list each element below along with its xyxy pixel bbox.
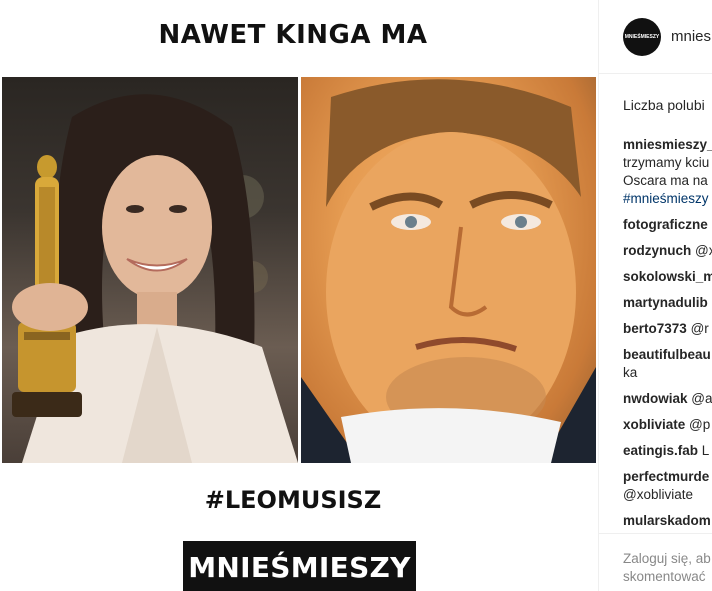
comment-item: rodzynuch @x	[623, 242, 712, 260]
caption-hashtag-link[interactable]: #mnieśmieszy	[623, 190, 712, 208]
comment-text: @x	[695, 243, 712, 258]
comment-username-link[interactable]: beautifulbeau	[623, 347, 711, 362]
comment-item: mularskadom	[623, 512, 712, 530]
comment-item: fotograficzne	[623, 216, 712, 234]
comment-text: L	[701, 443, 710, 458]
photo-man-illustration	[301, 79, 596, 463]
comment-username-link[interactable]: nwdowiak	[623, 391, 688, 406]
meme-hashtag: #LEOMUSISZ	[204, 486, 382, 514]
post-sidebar: MNIEŚMIESZY mnies Liczba polubi mniesmie…	[598, 0, 712, 591]
comment-username-link[interactable]: perfectmurde	[623, 469, 709, 484]
comment-text: @r	[690, 321, 709, 336]
comment-item: eatingis.fab L	[623, 442, 712, 460]
comment-item: xobliviate @p	[623, 416, 712, 434]
login-text-line: Zaloguj się, ab	[623, 551, 711, 566]
comment-item: martynadulib	[623, 294, 712, 312]
caption-username-link[interactable]: mniesmieszy_	[623, 137, 712, 152]
comment-username-link[interactable]: fotograficzne	[623, 217, 708, 232]
comments-list: mniesmieszy_ trzymamy kciu Oscara ma na …	[623, 136, 712, 538]
comment-item: berto7373 @r	[623, 320, 712, 338]
comment-item: perfectmurde @xobliviate	[623, 468, 712, 504]
avatar[interactable]: MNIEŚMIESZY	[623, 18, 661, 56]
post-image: NAWET KINGA MA #LEOMUSISZ MNIEŚMIESZY	[0, 0, 598, 591]
comment-text: @a	[691, 391, 712, 406]
comment-item: nwdowiak @a	[623, 390, 712, 408]
comment-username-link[interactable]: eatingis.fab	[623, 443, 698, 458]
meme-top-caption: NAWET KINGA MA	[158, 20, 428, 50]
photo-woman-with-statuette	[2, 77, 298, 463]
header-username-link[interactable]: mnies	[671, 28, 711, 45]
comment-item: beautifulbeau ka	[623, 346, 712, 382]
caption-line: Oscara ma na	[623, 173, 708, 188]
comment-text: @xobliviate	[623, 487, 693, 502]
meme-logo: MNIEŚMIESZY	[183, 541, 416, 591]
comment-username-link[interactable]: rodzynuch	[623, 243, 691, 258]
login-prompt: Zaloguj się, ab skomentować	[599, 533, 712, 591]
post-caption: mniesmieszy_ trzymamy kciu Oscara ma na …	[623, 136, 712, 208]
comment-username-link[interactable]: xobliviate	[623, 417, 685, 432]
comment-username-link[interactable]: martynadulib	[623, 295, 708, 310]
photo-man-closeup	[301, 77, 596, 463]
comment-username-link[interactable]: mularskadom	[623, 513, 711, 528]
comment-username-link[interactable]: sokolowski_m	[623, 269, 712, 284]
comment-item: sokolowski_m	[623, 268, 712, 286]
login-to-comment-link[interactable]: Zaloguj się, ab skomentować	[623, 550, 711, 586]
caption-line: trzymamy kciu	[623, 155, 710, 170]
login-text-line: skomentować	[623, 569, 706, 584]
comment-text: ka	[623, 365, 638, 380]
comment-text: @p	[689, 417, 711, 432]
post-header: MNIEŚMIESZY mnies	[599, 0, 712, 74]
comment-username-link[interactable]: berto7373	[623, 321, 687, 336]
photo-woman-illustration	[12, 94, 298, 463]
likes-count[interactable]: Liczba polubi	[623, 97, 705, 113]
